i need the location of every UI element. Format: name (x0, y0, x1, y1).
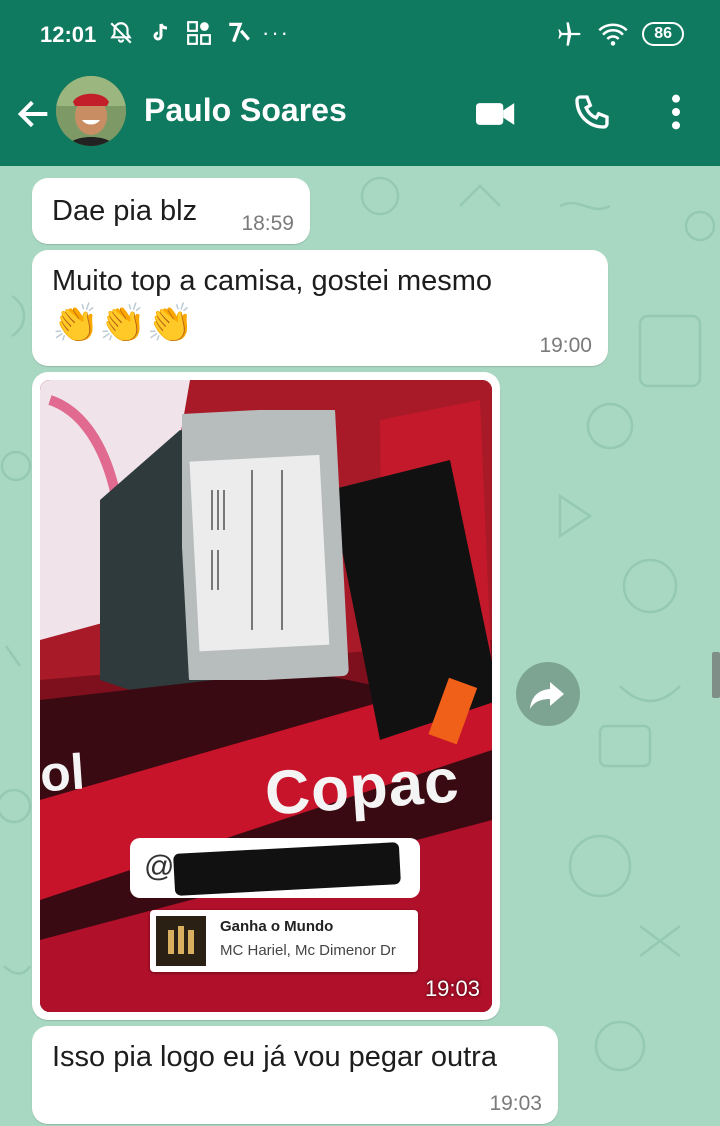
phone-call-icon[interactable] (572, 92, 612, 132)
wifi-icon (598, 23, 628, 46)
status-bar: 12:01 ··· 86 (0, 0, 720, 70)
music-artist: MC Hariel, Mc Dimenor Dr (220, 942, 396, 959)
shirt-logo-text: ol (40, 743, 87, 803)
incoming-message[interactable]: Muito top a camisa, gostei mesmo 👏👏👏 19:… (32, 250, 608, 366)
mention-sticker: @ (130, 838, 420, 898)
shirt-sponsor-text: Copac (262, 746, 462, 829)
message-time: 19:03 (424, 976, 480, 1001)
incoming-message[interactable]: Isso pia logo eu já vou pegar outra 19:0… (32, 1026, 558, 1124)
scrollbar[interactable] (712, 652, 720, 698)
message-time: 19:00 (539, 334, 592, 357)
notification-icons (108, 20, 252, 46)
music-sticker: Ganha o Mundo MC Hariel, Mc Dimenor Dr (150, 910, 418, 972)
chat-header: Paulo Soares (0, 70, 720, 166)
message-text: Dae pia blz (52, 195, 198, 227)
battery-indicator: 86 (642, 22, 684, 46)
album-cover (156, 916, 206, 966)
message-text: Muito top a camisa, gostei mesmo (52, 265, 493, 297)
back-arrow-icon[interactable] (14, 94, 54, 134)
contact-avatar[interactable] (56, 76, 126, 146)
message-time: 18:59 (241, 212, 294, 235)
bell-off-icon (110, 22, 132, 44)
forward-icon (530, 682, 564, 709)
video-call-icon[interactable] (474, 94, 518, 134)
more-vertical-icon[interactable] (666, 92, 686, 132)
speed-icon (229, 22, 250, 43)
clapping-hands-emoji: 👏👏👏 (52, 303, 194, 345)
shirt-photo[interactable]: Copac ol @ Ganha o Mundo MC Hariel, Mc D… (40, 380, 492, 1012)
tiktok-icon (153, 23, 168, 41)
forward-button[interactable] (516, 662, 580, 726)
incoming-message[interactable]: Dae pia blz 18:59 (32, 178, 310, 244)
message-text: Isso pia logo eu já vou pegar outra (52, 1041, 497, 1073)
message-time: 19:03 (489, 1092, 542, 1115)
music-title: Ganha o Mundo (220, 918, 334, 935)
price-tag (182, 410, 349, 680)
chat-area[interactable]: Dae pia blz 18:59 Muito top a camisa, go… (0, 166, 720, 1126)
contact-name[interactable]: Paulo Soares (144, 92, 347, 129)
mention-prefix: @ (144, 850, 175, 883)
app-grid-icon (187, 21, 211, 45)
overflow-dots: ··· (262, 20, 290, 45)
status-time: 12:01 (40, 22, 97, 47)
redacted-username (173, 842, 401, 896)
airplane-icon (558, 22, 581, 46)
incoming-image-message[interactable]: Copac ol @ Ganha o Mundo MC Hariel, Mc D… (32, 372, 500, 1020)
system-icons: 86 (556, 20, 684, 48)
